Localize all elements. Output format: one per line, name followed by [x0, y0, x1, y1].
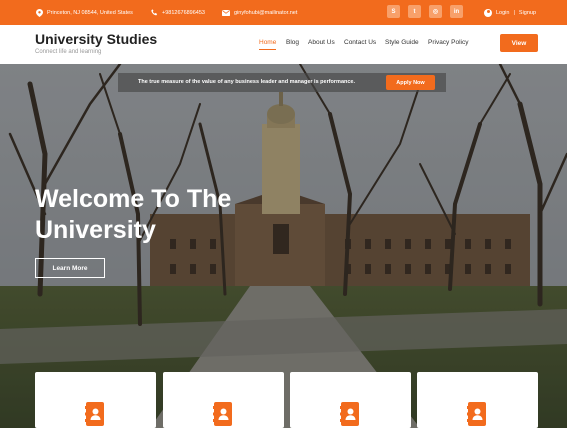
- address-book-icon: [467, 402, 486, 426]
- phone-info[interactable]: +9812676896453: [150, 0, 205, 25]
- phone-text: +9812676896453: [162, 9, 205, 16]
- skype-icon[interactable]: S: [387, 5, 400, 18]
- envelope-icon: [222, 9, 230, 17]
- feature-card-2[interactable]: [163, 372, 284, 428]
- apply-now-button[interactable]: Apply Now: [386, 75, 435, 90]
- feature-card-4[interactable]: [417, 372, 538, 428]
- instagram-icon[interactable]: ◎: [429, 5, 442, 18]
- view-button[interactable]: View: [500, 34, 538, 52]
- address-text: Princeton, NJ 08544, United States: [47, 9, 133, 16]
- nav-style-guide[interactable]: Style Guide: [385, 39, 419, 46]
- feature-card-3[interactable]: [290, 372, 411, 428]
- email-info[interactable]: ginyfohubi@mailinator.net: [222, 0, 297, 25]
- address-book-icon: [340, 402, 359, 426]
- announcement-text: The true measure of the value of any bus…: [138, 79, 356, 85]
- feature-card-1[interactable]: [35, 372, 156, 428]
- address-book-icon: [213, 402, 232, 426]
- nav-blog[interactable]: Blog: [286, 39, 299, 46]
- nav-home[interactable]: Home: [259, 39, 277, 50]
- site-tagline: Connect life and learning: [35, 49, 102, 55]
- site-title[interactable]: University Studies: [35, 31, 157, 47]
- hero-title-line-1: Welcome To The: [35, 185, 232, 213]
- email-text: ginyfohubi@mailinator.net: [234, 9, 298, 16]
- twitter-icon[interactable]: t: [408, 5, 421, 18]
- hero-title: Welcome To The University: [35, 184, 295, 246]
- hero-title-line-2: University: [35, 216, 156, 244]
- nav-contact-us[interactable]: Contact Us: [344, 39, 376, 46]
- auth-links: Login | Signup: [484, 0, 536, 25]
- user-icon: [484, 8, 492, 17]
- address-book-icon: [85, 402, 104, 426]
- location-pin-icon: [35, 8, 43, 17]
- nav-about-us[interactable]: About Us: [308, 39, 335, 46]
- site-header: University Studies Connect life and lear…: [0, 25, 567, 64]
- top-bar: Princeton, NJ 08544, United States +9812…: [0, 0, 567, 25]
- auth-separator: |: [513, 9, 515, 16]
- linkedin-icon[interactable]: in: [450, 5, 463, 18]
- nav-privacy-policy[interactable]: Privacy Policy: [428, 39, 468, 46]
- signup-link[interactable]: Signup: [519, 10, 536, 16]
- learn-more-button[interactable]: Learn More: [35, 258, 105, 278]
- login-link[interactable]: Login: [496, 10, 509, 16]
- address-info: Princeton, NJ 08544, United States: [35, 0, 133, 25]
- phone-icon: [150, 9, 158, 17]
